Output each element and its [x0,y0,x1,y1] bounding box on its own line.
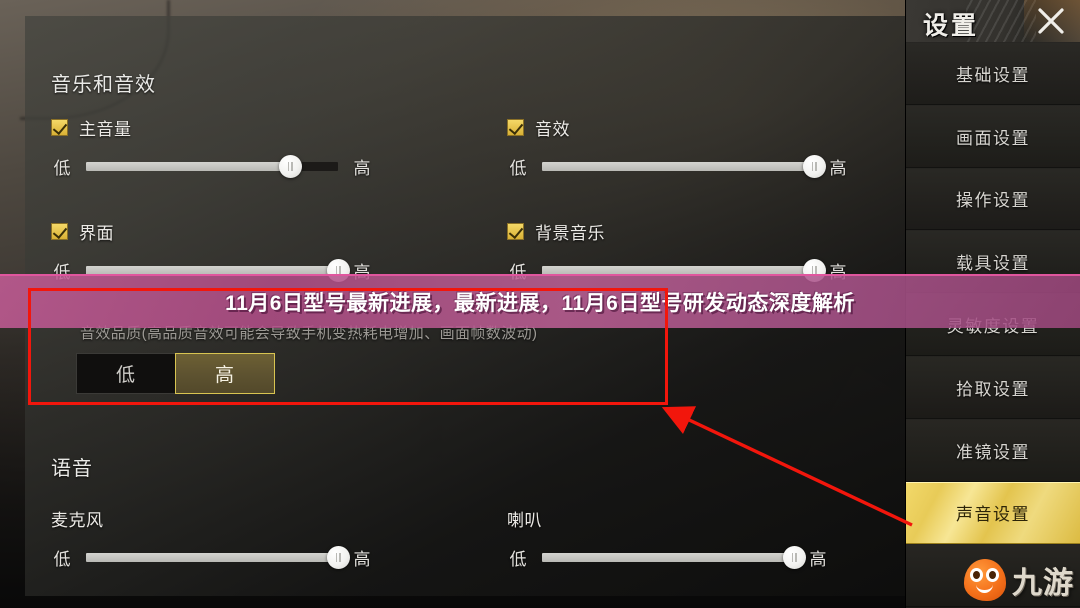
sidebar-item-label: 操作设置 [956,191,1030,211]
slider-fill [86,162,291,171]
slider-thumb[interactable] [782,546,806,569]
slider-low-label: 低 [53,159,71,178]
sound-quality-toggle[interactable]: 低 高 [76,353,275,394]
slider-low-label: 低 [509,550,527,569]
section-title-voice: 语音 [51,458,93,480]
sidebar-item-scope[interactable]: 准镜设置 [906,418,1080,482]
slider-speaker[interactable]: 低 高 [507,545,829,570]
option-speaker: 喇叭 低 高 [507,506,829,570]
slider-fill [86,553,338,562]
slider-low-label: 低 [509,159,527,178]
slider-thumb[interactable] [802,155,826,178]
slider-high-label: 高 [353,159,371,178]
option-label: 背景音乐 [535,224,605,243]
sidebar-header: 设置 [906,0,1080,42]
close-x-icon [1038,8,1064,34]
checkbox-master-volume[interactable] [51,119,68,136]
slider-track[interactable] [86,546,350,569]
slider-master-volume[interactable]: 低 高 [51,154,373,179]
option-label: 音效 [535,120,570,139]
sidebar-item-label: 声音设置 [956,505,1030,525]
option-label: 界面 [79,224,114,243]
article-title-text: 11月6日型号最新进展，最新进展，11月6日型号研发动态深度解析 [225,292,855,315]
slider-track[interactable] [86,155,338,178]
checkbox-sound-effects[interactable] [507,119,524,136]
slider-track[interactable] [542,155,826,178]
sidebar-item-basic[interactable]: 基础设置 [906,42,1080,105]
jiuyou-mascot-icon [964,559,1006,601]
slider-thumb[interactable] [278,155,302,178]
slider-thumb[interactable] [326,546,350,569]
checkbox-interface[interactable] [51,223,68,240]
option-label: 喇叭 [507,511,542,530]
slider-high-label: 高 [829,159,847,178]
sidebar-item-label: 画面设置 [956,128,1030,148]
watermark-text: 九游 [1012,567,1074,600]
sidebar-item-label: 拾取设置 [956,379,1030,399]
slider-low-label: 低 [53,550,71,569]
slider-sound-effects[interactable]: 低 高 [507,154,849,179]
sidebar-item-label: 载具设置 [956,254,1030,274]
sidebar-item-controls[interactable]: 操作设置 [906,167,1080,231]
option-label: 麦克风 [51,511,104,530]
section-title-music: 音乐和音效 [51,74,156,96]
screenshot-root: 音乐和音效 主音量 低 高 音效 低 高 界面 低 高 背景音乐 低 高 音效品… [0,0,1080,608]
settings-title: 设置 [923,12,980,40]
mascot-eye-right [986,568,999,582]
sidebar-item-sound[interactable]: 声音设置 [906,481,1080,545]
watermark: 九游 [964,558,1074,602]
slider-high-label: 高 [353,550,371,569]
quality-option-low[interactable]: 低 [76,353,176,394]
sidebar-item-label: 准镜设置 [956,442,1030,462]
sidebar-item-pickup[interactable]: 拾取设置 [906,355,1080,419]
sidebar-item-graphics[interactable]: 画面设置 [906,104,1080,168]
slider-fill [542,162,814,171]
quality-option-high[interactable]: 高 [175,353,275,394]
article-title-banner: 11月6日型号最新进展，最新进展，11月6日型号研发动态深度解析 [0,274,1080,328]
sidebar-item-label: 基础设置 [956,65,1030,85]
option-label: 主音量 [79,120,132,139]
mascot-eye-left [970,568,983,582]
close-button[interactable] [1032,4,1070,38]
slider-track[interactable] [542,546,806,569]
option-microphone: 麦克风 低 高 [51,506,373,570]
slider-fill [542,553,794,562]
slider-microphone[interactable]: 低 高 [51,545,373,570]
option-master-volume: 主音量 低 高 [51,115,373,179]
checkbox-background-music[interactable] [507,223,524,240]
option-sound-effects: 音效 低 高 [507,115,849,179]
slider-high-label: 高 [809,550,827,569]
mascot-mouth [976,584,993,593]
